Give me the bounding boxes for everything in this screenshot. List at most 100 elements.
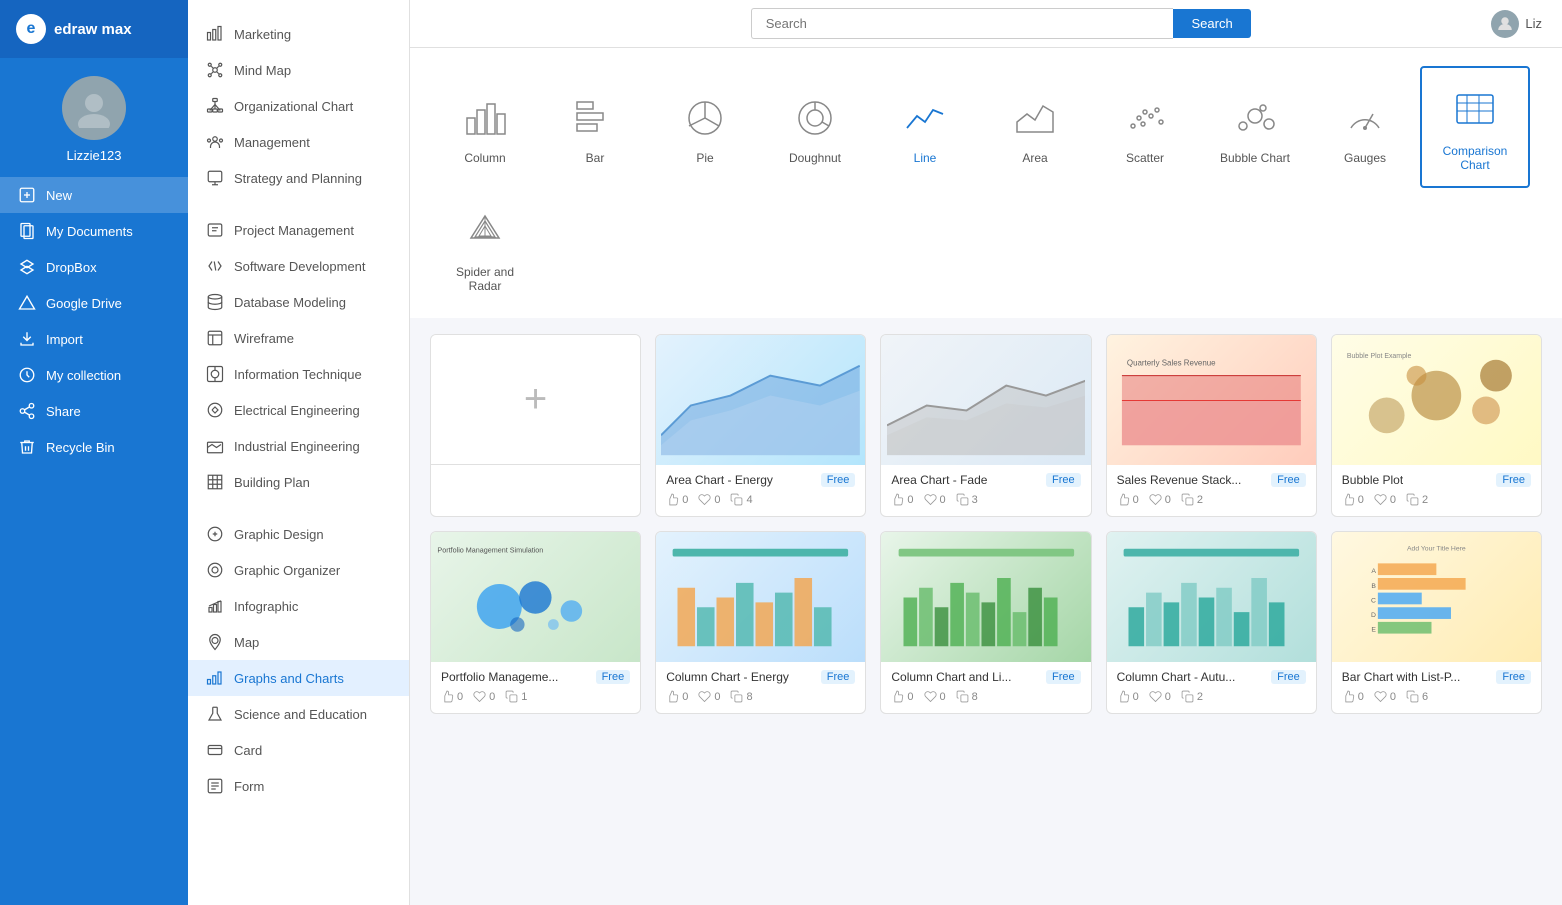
chart-type-area[interactable]: Area	[980, 66, 1090, 188]
category-graphs-charts[interactable]: Graphs and Charts	[188, 660, 409, 696]
copies-stat: 8	[956, 690, 978, 703]
sidebar-item-google-drive[interactable]: Google Drive	[0, 285, 188, 321]
template-badge: Free	[596, 670, 631, 684]
chart-type-bubble[interactable]: Bubble Chart	[1200, 66, 1310, 188]
sidebar-label-new: New	[46, 188, 72, 203]
svg-text:D: D	[1371, 612, 1376, 619]
chart-type-scatter[interactable]: Scatter	[1090, 66, 1200, 188]
sidebar-item-my-collection[interactable]: My collection	[0, 357, 188, 393]
chart-type-label-pie: Pie	[696, 151, 713, 165]
template-bubble-plot[interactable]: Bubble Plot Example Bubble Plot Free 0	[1331, 334, 1542, 517]
hearts-stat: 0	[1149, 493, 1171, 506]
category-org-chart[interactable]: Organizational Chart	[188, 88, 409, 124]
sidebar-item-new[interactable]: New	[0, 177, 188, 213]
category-label: Software Development	[234, 259, 366, 274]
template-badge: Free	[1046, 473, 1081, 487]
area-fade-preview	[881, 335, 1090, 465]
category-science-edu[interactable]: Science and Education	[188, 696, 409, 732]
template-info-bar-list: Bar Chart with List-P... Free 0 0	[1332, 662, 1541, 713]
template-badge: Free	[1271, 473, 1306, 487]
template-portfolio[interactable]: Portfolio Management Simulation Portfoli…	[430, 531, 641, 714]
chart-type-label-bubble: Bubble Chart	[1220, 151, 1290, 165]
template-name: Column Chart - Autu...	[1117, 670, 1236, 684]
category-infographic[interactable]: Infographic	[188, 588, 409, 624]
category-form[interactable]: Form	[188, 768, 409, 804]
category-map[interactable]: Map	[188, 624, 409, 660]
category-info-tech[interactable]: Information Technique	[188, 356, 409, 392]
template-info-col-autu: Column Chart - Autu... Free 0 0	[1107, 662, 1316, 713]
template-badge: Free	[1046, 670, 1081, 684]
category-label: Card	[234, 743, 262, 758]
likes-stat: 0	[1342, 690, 1364, 703]
category-database[interactable]: Database Modeling	[188, 284, 409, 320]
template-area-fade[interactable]: Area Chart - Fade Free 0 0	[880, 334, 1091, 517]
chart-type-gauges[interactable]: Gauges	[1310, 66, 1420, 188]
template-col-autu[interactable]: Column Chart - Autu... Free 0 0	[1106, 531, 1317, 714]
category-building[interactable]: Building Plan	[188, 464, 409, 500]
category-label: Wireframe	[234, 331, 294, 346]
chart-type-pie[interactable]: Pie	[650, 66, 760, 188]
template-info-bubble: Bubble Plot Free 0 0	[1332, 465, 1541, 516]
search-input[interactable]	[751, 8, 1174, 39]
template-col-li[interactable]: Column Chart and Li... Free 0 0	[880, 531, 1091, 714]
sidebar-item-recycle-bin[interactable]: Recycle Bin	[0, 429, 188, 465]
category-label: Graphic Design	[234, 527, 324, 542]
template-add-new[interactable]: +	[430, 334, 641, 517]
category-management[interactable]: Management	[188, 124, 409, 160]
category-software-dev[interactable]: Software Development	[188, 248, 409, 284]
category-industrial[interactable]: Industrial Engineering	[188, 428, 409, 464]
chart-type-label-scatter: Scatter	[1126, 151, 1164, 165]
wireframe-icon	[206, 329, 224, 347]
chart-type-spider[interactable]: Spider and Radar	[430, 188, 540, 308]
category-marketing[interactable]: Marketing	[188, 16, 409, 52]
category-graphic-organizer[interactable]: Graphic Organizer	[188, 552, 409, 588]
copies-stat: 2	[1181, 493, 1203, 506]
mind-map-icon	[206, 61, 224, 79]
line-chart-icon	[900, 93, 950, 143]
sidebar-item-my-documents[interactable]: My Documents	[0, 213, 188, 249]
graphic-design-icon	[206, 525, 224, 543]
sidebar-item-import[interactable]: Import	[0, 321, 188, 357]
template-badge: Free	[821, 473, 856, 487]
category-label: Electrical Engineering	[234, 403, 360, 418]
template-col-energy[interactable]: Column Chart - Energy Free 0 0	[655, 531, 866, 714]
category-project-mgmt[interactable]: Project Management	[188, 212, 409, 248]
bubble-chart-icon	[1230, 93, 1280, 143]
template-info-col-energy: Column Chart - Energy Free 0 0	[656, 662, 865, 713]
category-label: Industrial Engineering	[234, 439, 360, 454]
sidebar-item-dropbox[interactable]: DropBox	[0, 249, 188, 285]
add-new-preview: +	[431, 335, 640, 465]
templates-section: + Area Chart - Energy	[410, 318, 1562, 730]
template-sales-revenue[interactable]: Quarterly Sales Revenue Sales Revenue St…	[1106, 334, 1317, 517]
hearts-stat: 0	[1374, 690, 1396, 703]
left-sidebar: e edraw max Lizzie123 New My Documents D…	[0, 0, 188, 905]
category-card[interactable]: Card	[188, 732, 409, 768]
likes-stat: 0	[666, 690, 688, 703]
copies-stat: 3	[956, 493, 978, 506]
category-electrical[interactable]: Electrical Engineering	[188, 392, 409, 428]
chart-type-bar[interactable]: Bar	[540, 66, 650, 188]
category-label: Map	[234, 635, 259, 650]
category-mind-map[interactable]: Mind Map	[188, 52, 409, 88]
user-name: Lizzie123	[67, 148, 122, 163]
template-area-energy[interactable]: Area Chart - Energy Free 0 0	[655, 334, 866, 517]
sidebar-label-collection: My collection	[46, 368, 121, 383]
copies-stat: 1	[505, 690, 527, 703]
sidebar-item-share[interactable]: Share	[0, 393, 188, 429]
chart-type-column[interactable]: Column	[430, 66, 540, 188]
organizer-icon	[206, 561, 224, 579]
chart-type-line[interactable]: Line	[870, 66, 980, 188]
category-graphic-design[interactable]: Graphic Design	[188, 516, 409, 552]
chart-type-comparison[interactable]: Comparison Chart	[1420, 66, 1530, 188]
search-wrapper: Search	[751, 8, 1251, 39]
comparison-chart-icon	[1450, 86, 1500, 136]
chart-type-doughnut[interactable]: Doughnut	[760, 66, 870, 188]
hearts-stat: 0	[924, 493, 946, 506]
search-button[interactable]: Search	[1173, 9, 1250, 38]
template-bar-list[interactable]: Add Your Title Here A B C D	[1331, 531, 1542, 714]
category-strategy[interactable]: Strategy and Planning	[188, 160, 409, 196]
recycle-bin-icon	[18, 438, 36, 456]
template-stats: 0 0 3	[891, 493, 1080, 506]
avatar-section: Lizzie123	[0, 58, 188, 177]
category-wireframe[interactable]: Wireframe	[188, 320, 409, 356]
